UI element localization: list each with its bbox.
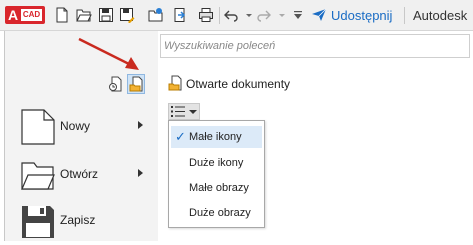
toolbar-separator [219,7,220,24]
open-documents-icon [168,75,182,91]
menu-item-label: Małe ikony [189,131,242,143]
annotation-arrow-icon [78,37,139,70]
redo-dropdown-icon[interactable] [274,7,290,23]
toolbar-separator [404,7,405,24]
new-file-icon[interactable] [54,7,70,23]
save-web-icon[interactable] [172,7,188,23]
command-search-box[interactable] [160,34,470,58]
undo-dropdown-icon[interactable] [241,7,257,23]
new-document-icon [21,109,55,145]
app-logo-badge: CAD [21,9,42,21]
chevron-down-icon [189,110,197,114]
folder-icon [21,162,55,190]
checkmark-icon: ✓ [175,129,186,144]
share-button[interactable]: Udostępnij [331,8,392,23]
sidebar-item-label: Zapisz [60,213,96,227]
undo-icon[interactable] [223,7,239,23]
sidebar-item-save[interactable]: Zapisz [5,197,158,245]
menu-item-small-icons[interactable]: ✓ Małe ikony [171,126,262,148]
quick-access-toolbar: A CAD Udostępnij Autodesk [0,0,473,31]
documents-panel: Otwarte dokumenty ✓ Małe ikony Duże ikon… [158,31,473,241]
customize-dropdown-icon[interactable] [290,7,306,23]
open-documents-icon [129,76,143,92]
share-icon[interactable] [311,8,327,22]
sidebar-item-label: Otwórz [60,167,99,181]
menu-item-small-images[interactable]: Małe obrazy [171,177,262,199]
redo-icon[interactable] [256,7,272,23]
sidebar-item-label: Nowy [60,119,91,133]
sidebar-item-new[interactable]: Nowy [5,103,158,151]
submenu-arrow-icon [138,121,143,129]
app-logo-letter: A [8,7,19,23]
save-as-icon[interactable] [119,7,135,23]
open-web-icon[interactable] [148,7,164,23]
save-icon[interactable] [98,7,114,23]
recent-documents-toggle[interactable] [107,75,125,95]
application-menu-button[interactable]: A CAD [5,6,45,24]
brand-title: Autodesk [413,8,468,23]
menu-item-large-images[interactable]: Duże obrazy [171,202,262,224]
sidebar-item-open[interactable]: Otwórz [5,151,158,199]
submenu-arrow-icon [138,169,143,177]
menu-item-label: Duże ikony [189,157,244,169]
plot-icon[interactable] [198,7,214,23]
menu-item-large-icons[interactable]: Duże ikony [171,152,262,174]
menu-item-label: Duże obrazy [189,207,251,219]
view-mode-menu: ✓ Małe ikony Duże ikony Małe obrazy Duże… [168,120,265,228]
command-search-input[interactable] [161,35,469,57]
list-view-icon [171,106,185,117]
floppy-disk-icon [22,206,54,238]
menu-item-label: Małe obrazy [189,182,249,194]
open-folder-icon[interactable] [76,7,92,23]
open-documents-toggle[interactable] [127,74,145,94]
section-title: Otwarte dokumenty [186,77,291,91]
recent-documents-icon [109,76,122,92]
view-mode-dropdown[interactable] [168,103,200,120]
